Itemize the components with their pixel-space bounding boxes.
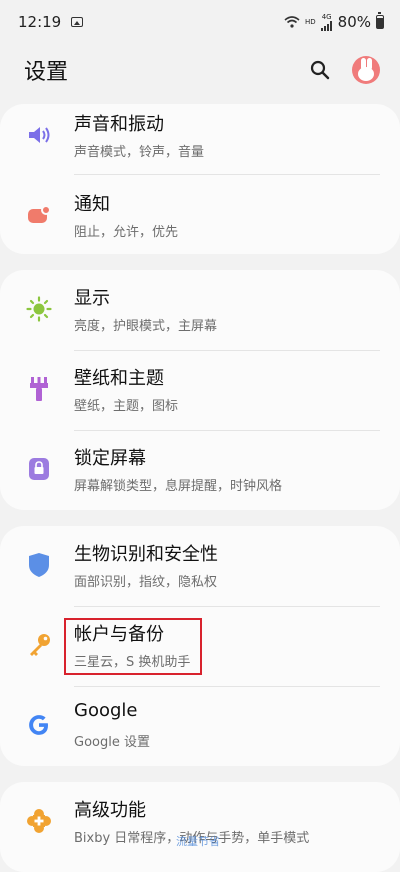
settings-item-wallpaper[interactable]: 壁纸和主题 壁纸，主题，图标	[0, 350, 400, 430]
paintbrush-icon	[26, 376, 52, 402]
google-icon	[26, 712, 52, 738]
battery-icon	[376, 12, 384, 29]
search-icon[interactable]	[310, 60, 330, 80]
settings-item-title: 高级功能	[74, 800, 146, 821]
settings-item-title: 显示	[74, 288, 110, 309]
plus-gear-icon	[26, 808, 52, 834]
settings-item-lockscreen[interactable]: 锁定屏幕 屏幕解锁类型，息屏提醒，时钟风格	[0, 430, 400, 510]
settings-item-subtitle: 壁纸，主题，图标	[74, 399, 179, 414]
notification-icon	[26, 202, 52, 228]
settings-item-google[interactable]: Google Google 设置	[0, 686, 400, 766]
settings-card-sound-notifications: 声音和振动 声音模式，铃声，音量 通知 阻止，允许，优先	[0, 104, 400, 254]
image-notification-icon	[71, 17, 84, 27]
settings-item-title: 壁纸和主题	[74, 368, 164, 389]
settings-item-subtitle: 面部识别，指纹，隐私权	[74, 575, 218, 590]
settings-item-biometrics[interactable]: 生物识别和安全性 面部识别，指纹，隐私权	[0, 526, 400, 606]
speaker-icon	[26, 122, 52, 148]
page-title: 设置	[24, 60, 69, 85]
settings-item-title: 声音和振动	[74, 114, 164, 135]
profile-avatar[interactable]	[352, 56, 380, 84]
settings-item-subtitle: 屏幕解锁类型，息屏提醒，时钟风格	[74, 479, 283, 494]
settings-item-sound[interactable]: 声音和振动 声音模式，铃声，音量	[0, 96, 400, 176]
settings-item-subtitle: 亮度，护眼模式，主屏幕	[74, 319, 218, 334]
signal-icon	[320, 20, 332, 31]
settings-item-title: 生物识别和安全性	[74, 544, 218, 565]
settings-item-title: Google	[74, 700, 138, 721]
status-bar: 12:19 HD 4G 80%	[0, 0, 400, 44]
hd-indicator: HD	[305, 17, 316, 26]
settings-item-title: 锁定屏幕	[74, 448, 146, 469]
divider	[74, 174, 380, 175]
settings-card-advanced: 高级功能 Bixby 日常程序，动作与手势，单手模式	[0, 782, 400, 872]
lock-icon	[26, 456, 52, 482]
brightness-icon	[26, 296, 52, 322]
settings-item-subtitle: 阻止，允许，优先	[74, 225, 179, 240]
settings-card-display: 显示 亮度，护眼模式，主屏幕 壁纸和主题 壁纸，主题，图标 锁定屏幕 屏幕解锁类…	[0, 270, 400, 510]
settings-item-advanced-features[interactable]: 高级功能 Bixby 日常程序，动作与手势，单手模式	[0, 782, 400, 862]
wifi-icon	[284, 16, 300, 28]
4g-indicator: 4G	[321, 12, 332, 21]
battery-percent: 80%	[337, 13, 371, 31]
settings-item-display[interactable]: 显示 亮度，护眼模式，主屏幕	[0, 270, 400, 350]
page-header: 设置	[0, 44, 400, 96]
floating-label: 流量节省	[176, 835, 220, 848]
settings-item-subtitle: Google 设置	[74, 735, 150, 750]
settings-item-title: 通知	[74, 194, 110, 215]
key-icon	[26, 632, 52, 658]
shield-icon	[26, 552, 52, 578]
status-time: 12:19	[18, 13, 62, 31]
highlight-box	[64, 618, 202, 675]
settings-item-subtitle: 声音模式，铃声，音量	[74, 145, 205, 160]
settings-item-notifications[interactable]: 通知 阻止，允许，优先	[0, 176, 400, 256]
